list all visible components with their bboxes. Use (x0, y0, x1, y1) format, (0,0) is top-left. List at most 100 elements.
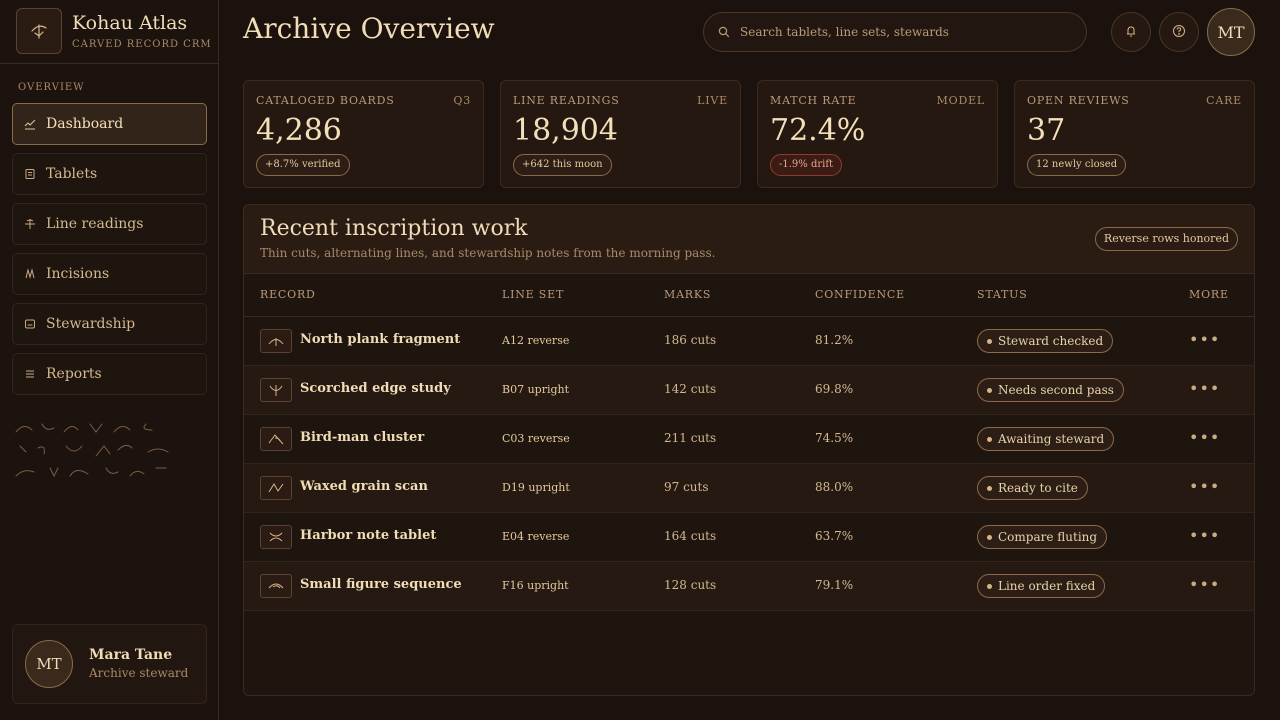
line-set: A12 reverse (502, 334, 570, 347)
page-title: Archive Overview (243, 12, 495, 45)
stat-value: 4,286 (256, 113, 342, 148)
record-glyph-icon (260, 525, 292, 549)
record-name: Bird-man cluster (300, 430, 425, 445)
confidence-value: 79.1% (815, 578, 854, 592)
column-header-status[interactable]: STATUS (977, 288, 1028, 301)
record-glyph-icon (260, 427, 292, 451)
brand: Kohau Atlas CARVED RECORD CRM (0, 0, 218, 64)
incision-icon (23, 267, 37, 281)
column-header-marks[interactable]: MARKS (664, 288, 711, 301)
column-header-more: MORE (1189, 288, 1229, 301)
bell-icon (1125, 23, 1137, 42)
sidebar-item-label: Tablets (46, 166, 98, 182)
list-icon (23, 367, 37, 381)
more-options-icon[interactable]: ••• (1189, 428, 1220, 447)
status-badge: Line order fixed (977, 574, 1106, 598)
record-glyph-icon (260, 476, 292, 500)
record-glyph-icon (260, 378, 292, 402)
status-badge: Awaiting steward (977, 427, 1115, 451)
sidebar-item-label: Incisions (46, 266, 110, 282)
marks-count: 186 cuts (664, 333, 717, 347)
sidebar: Kohau Atlas CARVED RECORD CRM OVERVIEW D… (0, 0, 219, 720)
panel-title: Recent inscription work (260, 216, 528, 241)
record-name: Scorched edge study (300, 381, 451, 396)
panel-header: Recent inscription work Thin cuts, alter… (244, 205, 1254, 274)
search-box[interactable] (703, 12, 1087, 52)
search-input[interactable] (738, 24, 1062, 40)
confidence-value: 88.0% (815, 480, 854, 494)
column-header-record[interactable]: RECORD (260, 288, 316, 301)
user-name: Mara Tane (89, 647, 173, 663)
user-role: Archive steward (89, 666, 189, 680)
header-avatar[interactable]: MT (1207, 8, 1255, 56)
sidebar-item-stewardship[interactable]: Stewardship (12, 303, 207, 345)
marks-count: 211 cuts (664, 431, 717, 445)
notifications-button[interactable] (1111, 12, 1151, 52)
column-header-confidence[interactable]: CONFIDENCE (815, 288, 905, 301)
line-set: B07 upright (502, 383, 570, 396)
record-name: North plank fragment (300, 332, 461, 347)
marks-count: 97 cuts (664, 480, 709, 494)
more-options-icon[interactable]: ••• (1189, 330, 1220, 349)
sidebar-item-dashboard[interactable]: Dashboard (12, 103, 207, 145)
stat-card-line-readings: LINE READINGS LIVE 18,904 +642 this moon (500, 80, 741, 188)
more-options-icon[interactable]: ••• (1189, 477, 1220, 496)
status-badge: Ready to cite (977, 476, 1088, 500)
table-row[interactable]: Small figure sequence F16 upright 128 cu… (244, 562, 1254, 611)
more-options-icon[interactable]: ••• (1189, 575, 1220, 594)
panel-subtitle: Thin cuts, alternating lines, and stewar… (260, 246, 716, 260)
sidebar-item-incisions[interactable]: Incisions (12, 253, 207, 295)
table-row[interactable]: Bird-man cluster C03 reverse 211 cuts 74… (244, 415, 1254, 464)
brand-logo-icon (16, 8, 62, 54)
stat-tag: Q3 (453, 94, 471, 107)
status-badge: Compare fluting (977, 525, 1108, 549)
sidebar-item-tablets[interactable]: Tablets (12, 153, 207, 195)
more-options-icon[interactable]: ••• (1189, 526, 1220, 545)
stat-card-cataloged-boards: CATALOGED BOARDS Q3 4,286 +8.7% verified (243, 80, 484, 188)
archive-box-icon (23, 317, 37, 331)
table-row[interactable]: Harbor note tablet E04 reverse 164 cuts … (244, 513, 1254, 562)
line-set: D19 upright (502, 481, 570, 494)
sidebar-item-label: Line readings (46, 216, 144, 232)
stat-tag: CARE (1206, 94, 1242, 107)
stat-tag: MODEL (936, 94, 985, 107)
sidebar-item-line-readings[interactable]: Line readings (12, 203, 207, 245)
stat-label: OPEN REVIEWS (1027, 94, 1130, 107)
user-avatar: MT (25, 640, 73, 688)
sidebar-item-reports[interactable]: Reports (12, 353, 207, 395)
line-set: E04 reverse (502, 530, 570, 543)
record-name: Waxed grain scan (300, 479, 428, 494)
line-set: F16 upright (502, 579, 569, 592)
tablet-icon (23, 167, 37, 181)
marks-count: 142 cuts (664, 382, 717, 396)
table-row[interactable]: Waxed grain scan D19 upright 97 cuts 88.… (244, 464, 1254, 513)
stat-value: 18,904 (513, 113, 618, 148)
user-card[interactable]: MT Mara Tane Archive steward (12, 624, 207, 704)
sidebar-item-label: Stewardship (46, 316, 136, 332)
record-glyph-icon (260, 329, 292, 353)
line-set: C03 reverse (502, 432, 570, 445)
chart-line-icon (23, 117, 37, 131)
marks-count: 128 cuts (664, 578, 717, 592)
confidence-value: 74.5% (815, 431, 854, 445)
sidebar-item-label: Dashboard (46, 116, 124, 132)
help-button[interactable] (1159, 12, 1199, 52)
confidence-value: 63.7% (815, 529, 854, 543)
more-options-icon[interactable]: ••• (1189, 379, 1220, 398)
main: Archive Overview MT CATALOGED BOARDS Q3 … (219, 0, 1280, 720)
table-row[interactable]: Scorched edge study B07 upright 142 cuts… (244, 366, 1254, 415)
confidence-value: 81.2% (815, 333, 854, 347)
recent-work-panel: Recent inscription work Thin cuts, alter… (243, 204, 1255, 696)
sidebar-item-label: Reports (46, 366, 102, 382)
status-badge: Steward checked (977, 329, 1114, 353)
marks-count: 164 cuts (664, 529, 717, 543)
decorative-glyphs-icon (14, 420, 174, 488)
stat-label: MATCH RATE (770, 94, 857, 107)
table-row[interactable]: North plank fragment A12 reverse 186 cut… (244, 317, 1254, 366)
stat-delta-badge: 12 newly closed (1027, 154, 1127, 176)
stat-label: LINE READINGS (513, 94, 620, 107)
record-name: Small figure sequence (300, 577, 462, 592)
stat-value: 37 (1027, 113, 1066, 148)
stat-value: 72.4% (770, 113, 866, 148)
column-header-line-set[interactable]: LINE SET (502, 288, 564, 301)
